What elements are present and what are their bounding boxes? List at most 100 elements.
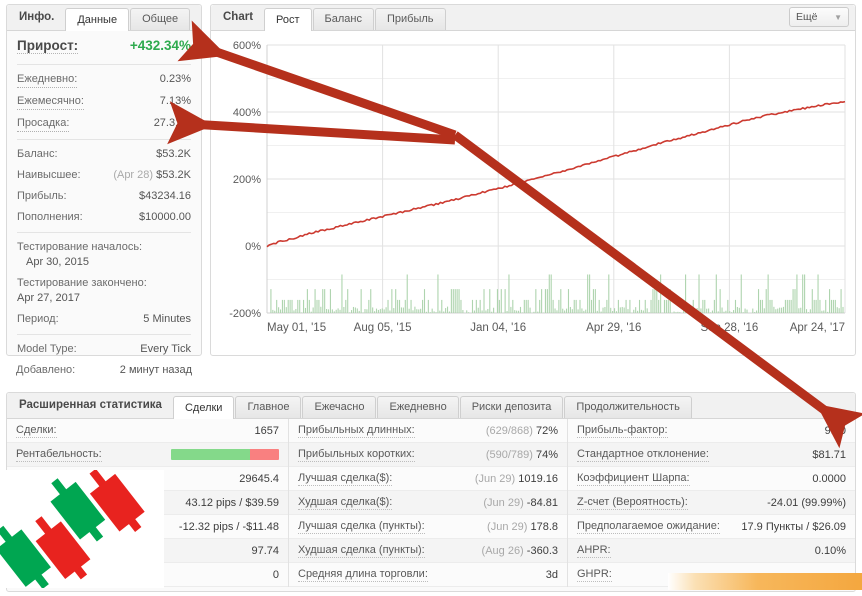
stats-row-number: 74% [535,449,558,461]
stats-row-number: 1019.16 [518,473,558,485]
info-panel-tabstrip: Инфо. Данные Общее [7,5,201,31]
stats-row-number: 72% [535,425,558,437]
stats-row-number: -12.32 pips / -$11.48 [178,521,279,533]
stats-row-number: -360.3 [526,545,558,557]
tab-pribyl[interactable]: Прибыль [375,8,446,30]
chart-growth-line [266,100,846,248]
tab-sdelki[interactable]: Сделки [172,396,235,419]
stats-row-number: 0.10% [814,545,846,557]
model-type-row: Model Type: Every Tick [17,339,191,360]
money-row-deposits: Пополнения: $10000.00 [17,207,191,228]
rate-row-daily: Ежедневно: 0.23% [17,69,191,91]
stats-row: Прибыльных длинных: (629/868) 72% [289,419,567,443]
stats-row-label: GHPR: [577,568,612,582]
tab-glavnoe[interactable]: Главное [235,396,302,418]
stats-row-muted: (Aug 26) [481,545,524,557]
daily-value: 0.23% [159,73,191,85]
stats-row: Лучшая сделка (пункты): (Jun 29) 178.8 [289,515,567,539]
orange-gradient-bar [668,573,862,590]
stats-row-label: Z-счет (Вероятность): [577,496,688,510]
y-tick-label: 400% [233,107,261,119]
stats-row-label: Стандартное отклонение: [577,448,709,462]
testing-start-value: Apr 30, 2015 [26,256,89,268]
stats-row-value: 43.12 pips / $39.59 [185,491,279,515]
candlestick-logo-svg [0,470,145,588]
more-button[interactable]: Ещё ▼ [789,7,849,27]
highest-amount: $53.2K [156,169,191,181]
growth-label: Прирост: [17,38,79,54]
y-tick-label: 0% [245,241,261,253]
stats-row: Лучшая сделка($): (Jun 29) 1019.16 [289,467,567,491]
added-label: Добавлено: [16,364,76,376]
stats-row: Прибыль-фактор: 9.60 [568,419,855,443]
stats-row-value: (629/868) 72% [486,419,558,443]
rate-row-monthly: Ежемесячно: 7.13% [17,91,191,113]
testing-row-period: Период: 5 Minutes [17,309,191,330]
model-type-value: Every Tick [140,343,191,355]
stats-row: Сделки: 1657 [7,419,288,443]
tab-obshchee[interactable]: Общее [130,8,191,30]
chart-panel-title: Chart [223,11,254,23]
stats-row-value: 29645.4 [239,467,279,491]
tab-dannye[interactable]: Данные [65,8,130,31]
stats-panel-title: Расширенная статистика [19,399,162,411]
stats-row-muted: (590/789) [485,449,533,461]
period-label: Период: [17,313,59,325]
chart-trade-histogram [268,274,844,313]
x-tick-label: Apr 29, '16 [586,322,641,334]
stats-row-label: Коэффициент Шарпа: [577,472,690,486]
model-type-label: Model Type: [17,343,77,355]
stats-row-value: (Jun 29) 1019.16 [475,467,558,491]
tab-rost[interactable]: Рост [264,8,312,31]
chart-panel-tabstrip: Chart Рост Баланс Прибыль Ещё ▼ [211,5,855,31]
money-row-balance: Баланс: $53.2K [17,144,191,165]
y-tick-label: 600% [233,40,261,52]
stats-row-label: Рентабельность: [16,448,102,462]
testing-row-start: Тестирование началось: Apr 30, 2015 [17,237,191,273]
tab-prodolzhitelnost[interactable]: Продолжительность [564,396,692,418]
stats-row-number: 43.12 pips / $39.59 [185,497,279,509]
stats-row-label: Худшая сделка($): [298,496,393,510]
stats-row-number: 9.60 [824,425,846,437]
divider [17,139,191,140]
candlestick-logo [0,470,164,588]
y-tick-label: 200% [233,174,261,186]
profitability-bar [171,449,279,460]
stats-row-label: Прибыльных коротких: [298,448,415,462]
stats-row-number: 1657 [254,425,279,437]
stats-row-label: Средняя длина торговли: [298,568,428,582]
stats-row-number: 3d [545,569,558,581]
testing-row-end: Тестирование закончено: Apr 27, 2017 [17,273,191,309]
stats-row-number: 178.8 [530,521,558,533]
divider [17,232,191,233]
app-root: Инфо. Данные Общее Прирост: +432.34% Еже… [0,0,862,596]
x-tick-label: Sep 28, '16 [700,322,758,334]
info-panel-body: Прирост: +432.34% Ежедневно: 0.23% Ежеме… [7,31,201,360]
growth-value: +432.34% [129,38,191,53]
stats-row-value: 0 [273,563,279,587]
tab-ezhechasno[interactable]: Ежечасно [302,396,377,418]
testing-end-value: Apr 27, 2017 [17,292,80,304]
stats-row-value: 0.0000 [812,467,846,491]
profitability-bar-green [171,449,250,460]
growth-chart[interactable]: 600% 400% 200% 0% -200% May 01, '15 Aug 05, '… [211,31,855,355]
stats-row-muted: (Jun 29) [487,521,528,533]
profit-label: Прибыль: [17,190,67,202]
monthly-value: 7.13% [159,95,191,107]
stats-row: Худшая сделка($): (Jun 29) -84.81 [289,491,567,515]
stats-row: Z-счет (Вероятность): -24.01 (99.99%) [568,491,855,515]
profitability-bar-red [249,449,279,460]
tab-balans[interactable]: Баланс [312,8,374,30]
info-panel-title: Инфо. [19,11,55,23]
stats-row-number: -24.01 (99.99%) [767,497,846,509]
period-value: 5 Minutes [143,313,191,325]
highest-label: Наивысшее: [17,169,81,181]
stats-row-value: 97.74 [251,539,279,563]
daily-label: Ежедневно: [17,72,78,88]
tab-ezhednevno[interactable]: Ежедневно [377,396,459,418]
growth-row: Прирост: +432.34% [17,31,191,60]
chart-panel: Chart Рост Баланс Прибыль Ещё ▼ 600% 400%… [210,4,856,356]
tab-riski-depozita[interactable]: Риски депозита [459,396,564,418]
x-tick-label: May 01, '15 [267,322,326,334]
stats-row-value: (Aug 26) -360.3 [482,539,558,563]
